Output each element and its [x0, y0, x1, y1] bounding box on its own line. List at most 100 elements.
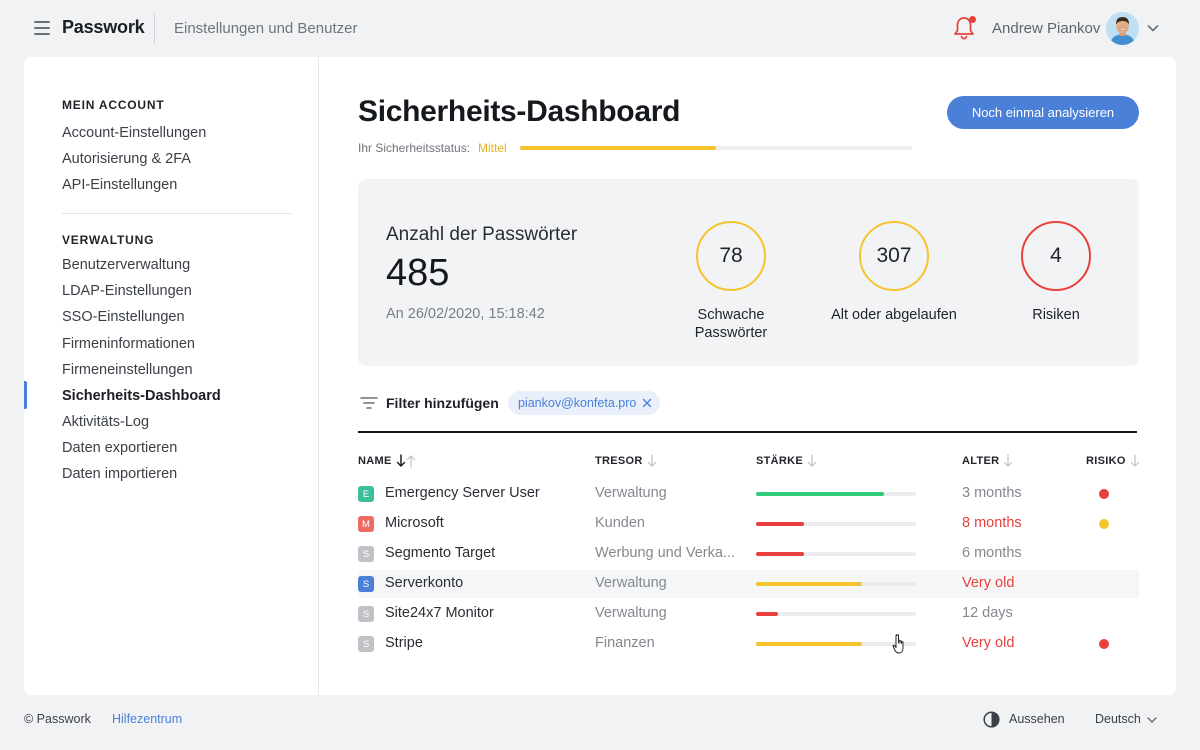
item-age: 8 months: [962, 515, 1022, 531]
table-row[interactable]: S Serverkonto Verwaltung Very old: [358, 570, 1139, 598]
sort-arrows-icon: [396, 454, 415, 468]
security-status-fill: [520, 146, 716, 150]
filter-icon[interactable]: [360, 396, 378, 410]
strength-bar: [756, 552, 916, 556]
security-status-value: Mittel: [478, 141, 507, 155]
avatar[interactable]: [1106, 12, 1139, 45]
column-header-risk[interactable]: RISIKO: [1086, 454, 1140, 468]
item-vault: Finanzen: [595, 635, 655, 651]
item-name[interactable]: Serverkonto: [385, 575, 463, 591]
sidebar-item-api-settings[interactable]: API-Einstellungen: [62, 177, 177, 193]
sidebar-active-marker: [24, 381, 27, 409]
strength-fill: [756, 492, 884, 496]
sidebar-item-authorization-2fa[interactable]: Autorisierung & 2FA: [62, 151, 191, 167]
strength-fill: [756, 522, 804, 526]
item-age: 3 months: [962, 485, 1022, 501]
strength-bar: [756, 492, 916, 496]
item-name[interactable]: Emergency Server User: [385, 485, 540, 501]
sidebar-heading-administration: VERWALTUNG: [62, 233, 155, 247]
sidebar-divider: [62, 213, 292, 214]
page-context: Einstellungen und Benutzer: [174, 20, 358, 37]
notification-dot: [969, 16, 976, 23]
security-status-bar: [520, 146, 912, 150]
table-top-rule: [358, 431, 1137, 433]
sidebar: MEIN ACCOUNT Account-Einstellungen Autor…: [24, 57, 319, 695]
table-row[interactable]: S Stripe Finanzen Very old: [358, 630, 1139, 658]
item-vault: Werbung und Verka...: [595, 545, 735, 561]
sidebar-item-sso-settings[interactable]: SSO-Einstellungen: [62, 309, 185, 325]
item-vault: Verwaltung: [595, 605, 667, 621]
item-age: 6 months: [962, 545, 1022, 561]
notifications-bell-icon[interactable]: [952, 15, 976, 41]
filter-chip[interactable]: piankov@konfeta.pro: [508, 391, 661, 415]
strength-fill: [756, 552, 804, 556]
column-header-vault[interactable]: TRESOR: [595, 454, 657, 468]
item-vault: Verwaltung: [595, 485, 667, 501]
column-header-age[interactable]: ALTER: [962, 454, 1013, 468]
close-icon[interactable]: [642, 398, 652, 408]
table-row[interactable]: S Segmento Target Werbung und Verka... 6…: [358, 540, 1139, 568]
item-badge: E: [358, 486, 374, 502]
item-age: Very old: [962, 575, 1015, 591]
chevron-down-icon[interactable]: [1146, 713, 1158, 725]
item-name[interactable]: Microsoft: [385, 515, 444, 531]
brand-divider: [154, 14, 155, 44]
sidebar-heading-account: MEIN ACCOUNT: [62, 98, 165, 112]
top-bar: Passwork Einstellungen und Benutzer Andr…: [0, 0, 1200, 57]
sidebar-item-company-settings[interactable]: Firmeneinstellungen: [62, 362, 193, 378]
risk-indicator: [1099, 639, 1109, 649]
item-badge: S: [358, 576, 374, 592]
add-filter-button[interactable]: Filter hinzufügen: [386, 395, 499, 411]
main-card: MEIN ACCOUNT Account-Einstellungen Autor…: [24, 57, 1176, 695]
menu-icon[interactable]: [34, 21, 50, 35]
old-passwords-count[interactable]: 307: [859, 221, 929, 291]
hand-cursor-icon: [892, 633, 908, 655]
analysis-date: An 26/02/2020, 15:18:42: [386, 306, 545, 322]
sidebar-item-export-data[interactable]: Daten exportieren: [62, 440, 177, 456]
sidebar-item-company-info[interactable]: Firmeninformationen: [62, 336, 195, 352]
column-header-strength[interactable]: STÄRKE: [756, 454, 817, 468]
appearance-button[interactable]: Aussehen: [1009, 712, 1065, 726]
contrast-icon[interactable]: [983, 711, 1000, 728]
help-center-link[interactable]: Hilfezentrum: [112, 712, 182, 726]
user-name[interactable]: Andrew Piankov: [992, 20, 1100, 37]
analyze-again-button[interactable]: Noch einmal analysieren: [947, 96, 1139, 129]
strength-fill: [756, 612, 779, 616]
table-row[interactable]: M Microsoft Kunden 8 months: [358, 510, 1139, 538]
weak-passwords-count[interactable]: 78: [696, 221, 766, 291]
sidebar-item-user-management[interactable]: Benutzerverwaltung: [62, 257, 190, 273]
item-name[interactable]: Site24x7 Monitor: [385, 605, 494, 621]
sort-down-icon: [1130, 454, 1139, 467]
sidebar-item-ldap-settings[interactable]: LDAP-Einstellungen: [62, 283, 192, 299]
content-area: Sicherheits-Dashboard Noch einmal analys…: [320, 57, 1176, 695]
strength-fill: [756, 582, 862, 586]
column-header-name[interactable]: NAME: [358, 454, 418, 468]
security-status-label: Ihr Sicherheitsstatus:: [358, 141, 471, 155]
filter-chip-label: piankov@konfeta.pro: [518, 396, 637, 410]
risk-indicator: [1099, 489, 1109, 499]
column-header-name-label: NAME: [358, 455, 392, 467]
sidebar-item-account-settings[interactable]: Account-Einstellungen: [62, 125, 206, 141]
strength-bar: [756, 522, 916, 526]
sidebar-item-import-data[interactable]: Daten importieren: [62, 466, 177, 482]
table-row[interactable]: E Emergency Server User Verwaltung 3 mon…: [358, 480, 1139, 508]
sort-down-icon: [807, 454, 817, 467]
risks-caption: Risiken: [1032, 307, 1080, 323]
item-name[interactable]: Stripe: [385, 635, 423, 651]
risks-count[interactable]: 4: [1021, 221, 1091, 291]
risk-indicator: [1099, 519, 1109, 529]
sidebar-item-activity-log[interactable]: Aktivitäts-Log: [62, 414, 149, 430]
sidebar-item-security-dashboard[interactable]: Sicherheits-Dashboard: [62, 388, 221, 404]
brand-logo[interactable]: Passwork: [62, 17, 145, 38]
item-name[interactable]: Segmento Target: [385, 545, 495, 561]
old-passwords-caption: Alt oder abgelaufen: [831, 307, 957, 323]
table-row[interactable]: S Site24x7 Monitor Verwaltung 12 days: [358, 600, 1139, 628]
item-badge: S: [358, 606, 374, 622]
column-header-strength-label: STÄRKE: [756, 455, 804, 467]
page-title: Sicherheits-Dashboard: [358, 95, 681, 128]
item-badge: M: [358, 516, 374, 532]
column-header-age-label: ALTER: [962, 455, 1000, 467]
language-select[interactable]: Deutsch: [1095, 712, 1141, 726]
password-stats-panel: Anzahl der Passwörter 485 An 26/02/2020,…: [358, 179, 1139, 366]
chevron-down-icon[interactable]: [1146, 21, 1160, 35]
